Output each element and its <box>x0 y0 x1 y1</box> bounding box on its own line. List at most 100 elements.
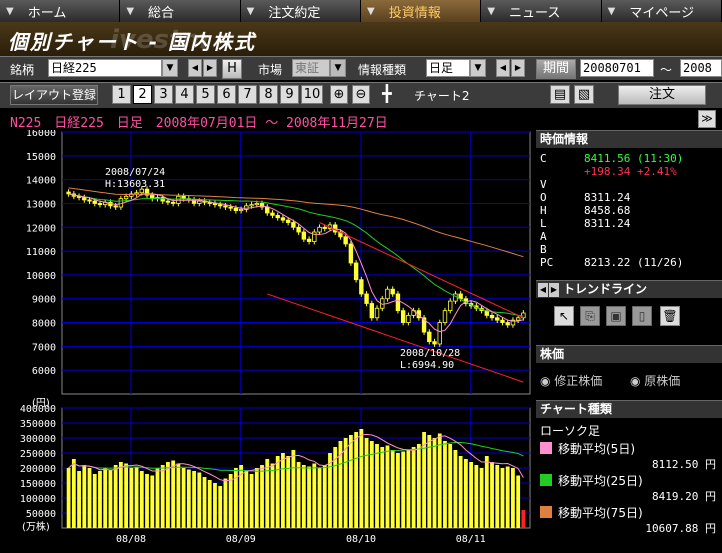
volume-bar <box>411 447 416 528</box>
price-tick-label: 11000 <box>26 247 56 258</box>
candle-body <box>374 307 380 319</box>
candle-body <box>442 310 448 323</box>
volume-bar <box>228 474 233 528</box>
price-info-header: 時価情報 <box>536 130 722 148</box>
period-to-input[interactable]: 2008 <box>680 59 722 77</box>
nav-tab-0[interactable]: ▼ ホーム <box>0 0 121 22</box>
print-icon[interactable]: ▤ <box>550 85 570 104</box>
nav-tab-4[interactable]: ▼ ニュース <box>481 0 602 22</box>
candle-body <box>170 201 176 204</box>
kabuka-options: ◉ 修正株価 ◉ 原株価 <box>536 364 722 400</box>
nav-tab-label: ホーム <box>27 5 67 21</box>
trend-tools: ↖ ⎘ ▣ ▯ 🗑 <box>536 298 722 344</box>
info-type-next-icon[interactable]: ▶ <box>511 59 525 77</box>
chart-slot-button-5[interactable]: 5 <box>196 85 215 104</box>
volume-bar <box>254 468 259 528</box>
volume-bar <box>484 456 489 528</box>
chart-slot-button-9[interactable]: 9 <box>280 85 299 104</box>
volume-bar <box>516 475 521 528</box>
trendline-label: トレンドライン <box>563 282 648 296</box>
ma-label: 移動平均(75日) <box>558 506 643 520</box>
market-dropdown-arrow-icon[interactable]: ▼ <box>330 59 346 77</box>
candle-body <box>432 341 437 345</box>
market-select[interactable]: 東証 <box>292 59 330 77</box>
stock-select[interactable]: 日経225 <box>48 59 162 77</box>
crosshair-icon[interactable]: ╋ <box>382 85 404 104</box>
chart-slot-button-10[interactable]: 10 <box>301 85 323 104</box>
nav-tab-1[interactable]: ▼ 総合 <box>120 0 241 22</box>
candle-body <box>238 209 244 211</box>
expand-panel-icon[interactable]: ≫ <box>698 110 716 128</box>
candle-body <box>301 231 307 240</box>
copy-icon[interactable]: ⎘ <box>580 306 600 326</box>
control-row-stock: 銘柄 日経225 ▼ ◀ ▶ H 市場 東証 ▼ 情報種類 日足 ▼ ◀ ▶ 期… <box>0 56 722 80</box>
nav-tab-arrow-icon: ▼ <box>246 5 255 17</box>
price-tick-label: 9000 <box>32 295 56 306</box>
volume-bar <box>92 474 97 528</box>
chart-type-value: ローソク足 <box>540 424 601 438</box>
volume-bar <box>260 465 264 528</box>
volume-bar <box>463 459 468 528</box>
nav-tab-2[interactable]: ▼ 注文約定 <box>240 0 361 22</box>
price-chart[interactable]: 16000 15000 14000 13000 12000 11000 10000 9000 8… <box>0 130 536 553</box>
price-tick-label: 16000 <box>26 130 56 139</box>
info-type-dropdown-arrow-icon[interactable]: ▼ <box>470 59 486 77</box>
volume-bar <box>359 429 364 528</box>
trash-icon[interactable]: 🗑 <box>660 306 680 326</box>
order-button[interactable]: 注文 <box>618 85 706 105</box>
volume-bar <box>213 483 217 528</box>
chart-slot-button-3[interactable]: 3 <box>154 85 173 104</box>
stock-dropdown-arrow-icon[interactable]: ▼ <box>162 59 178 77</box>
h-button[interactable]: H <box>222 59 242 79</box>
price-value: +198.34 +2.41% <box>584 165 677 178</box>
zoom-out-icon[interactable]: ⊖ <box>352 85 370 104</box>
nav-tab-3[interactable]: ▼ 投資情報 <box>360 0 482 22</box>
volume-bar <box>160 465 165 528</box>
nav-tab-label: 注文約定 <box>268 5 321 21</box>
volume-bar <box>171 460 176 528</box>
volume-bar <box>291 450 296 528</box>
zoom-in-icon[interactable]: ⊕ <box>330 85 348 104</box>
preview-icon[interactable]: ▧ <box>574 85 594 104</box>
chart-slot-button-1[interactable]: 1 <box>112 85 131 104</box>
chart-slot-button-8[interactable]: 8 <box>259 85 278 104</box>
delete-icon[interactable]: ▯ <box>632 306 652 326</box>
volume-bar <box>249 474 254 528</box>
chart-slot-button-4[interactable]: 4 <box>175 85 194 104</box>
info-type-label: 情報種類 <box>358 63 407 77</box>
trend-next-icon[interactable]: ▶ <box>549 282 559 297</box>
radio-original[interactable]: ◉ 原株価 <box>630 372 680 389</box>
trend-prev-icon[interactable]: ◀ <box>538 282 548 297</box>
chart-slot-button-7[interactable]: 7 <box>238 85 257 104</box>
info-type-select[interactable]: 日足 <box>426 59 470 77</box>
layout-register-button[interactable]: レイアウト登録 <box>10 85 98 105</box>
candle-body <box>364 293 369 304</box>
chart-label: チャート2 <box>414 89 470 103</box>
period-from-input[interactable]: 20080701 <box>580 59 654 77</box>
radio-adjusted[interactable]: ◉ 修正株価 <box>540 372 602 389</box>
nav-tab-5[interactable]: ▼ マイページ <box>601 0 722 22</box>
high-annotation-date: 2008/07/24 <box>105 167 165 178</box>
paste-icon[interactable]: ▣ <box>606 306 626 326</box>
stock-prev-icon[interactable]: ◀ <box>188 59 202 77</box>
stock-next-icon[interactable]: ▶ <box>203 59 217 77</box>
high-annotation-value: H:13603.31 <box>105 179 165 190</box>
volume-bar <box>348 435 353 528</box>
volume-bar <box>511 468 515 528</box>
price-tick-label: 10000 <box>26 271 56 282</box>
volume-bar <box>312 463 317 528</box>
volume-bar <box>453 450 458 528</box>
candle-body <box>406 314 411 323</box>
nav-tab-label: 投資情報 <box>388 5 441 21</box>
candle-body <box>306 238 312 242</box>
info-type-prev-icon[interactable]: ◀ <box>496 59 510 77</box>
pointer-icon[interactable]: ↖ <box>554 306 574 326</box>
ma-value: 10607.88 円 <box>645 522 716 535</box>
chart-slot-button-2[interactable]: 2 <box>133 85 152 104</box>
chart-slot-button-6[interactable]: 6 <box>217 85 236 104</box>
ma-value: 8419.20 円 <box>652 490 716 503</box>
price-tick-label: 12000 <box>26 223 56 234</box>
x-tick-label: 08/11 <box>456 534 486 545</box>
candle-body <box>92 200 97 204</box>
candle-body <box>66 191 71 195</box>
